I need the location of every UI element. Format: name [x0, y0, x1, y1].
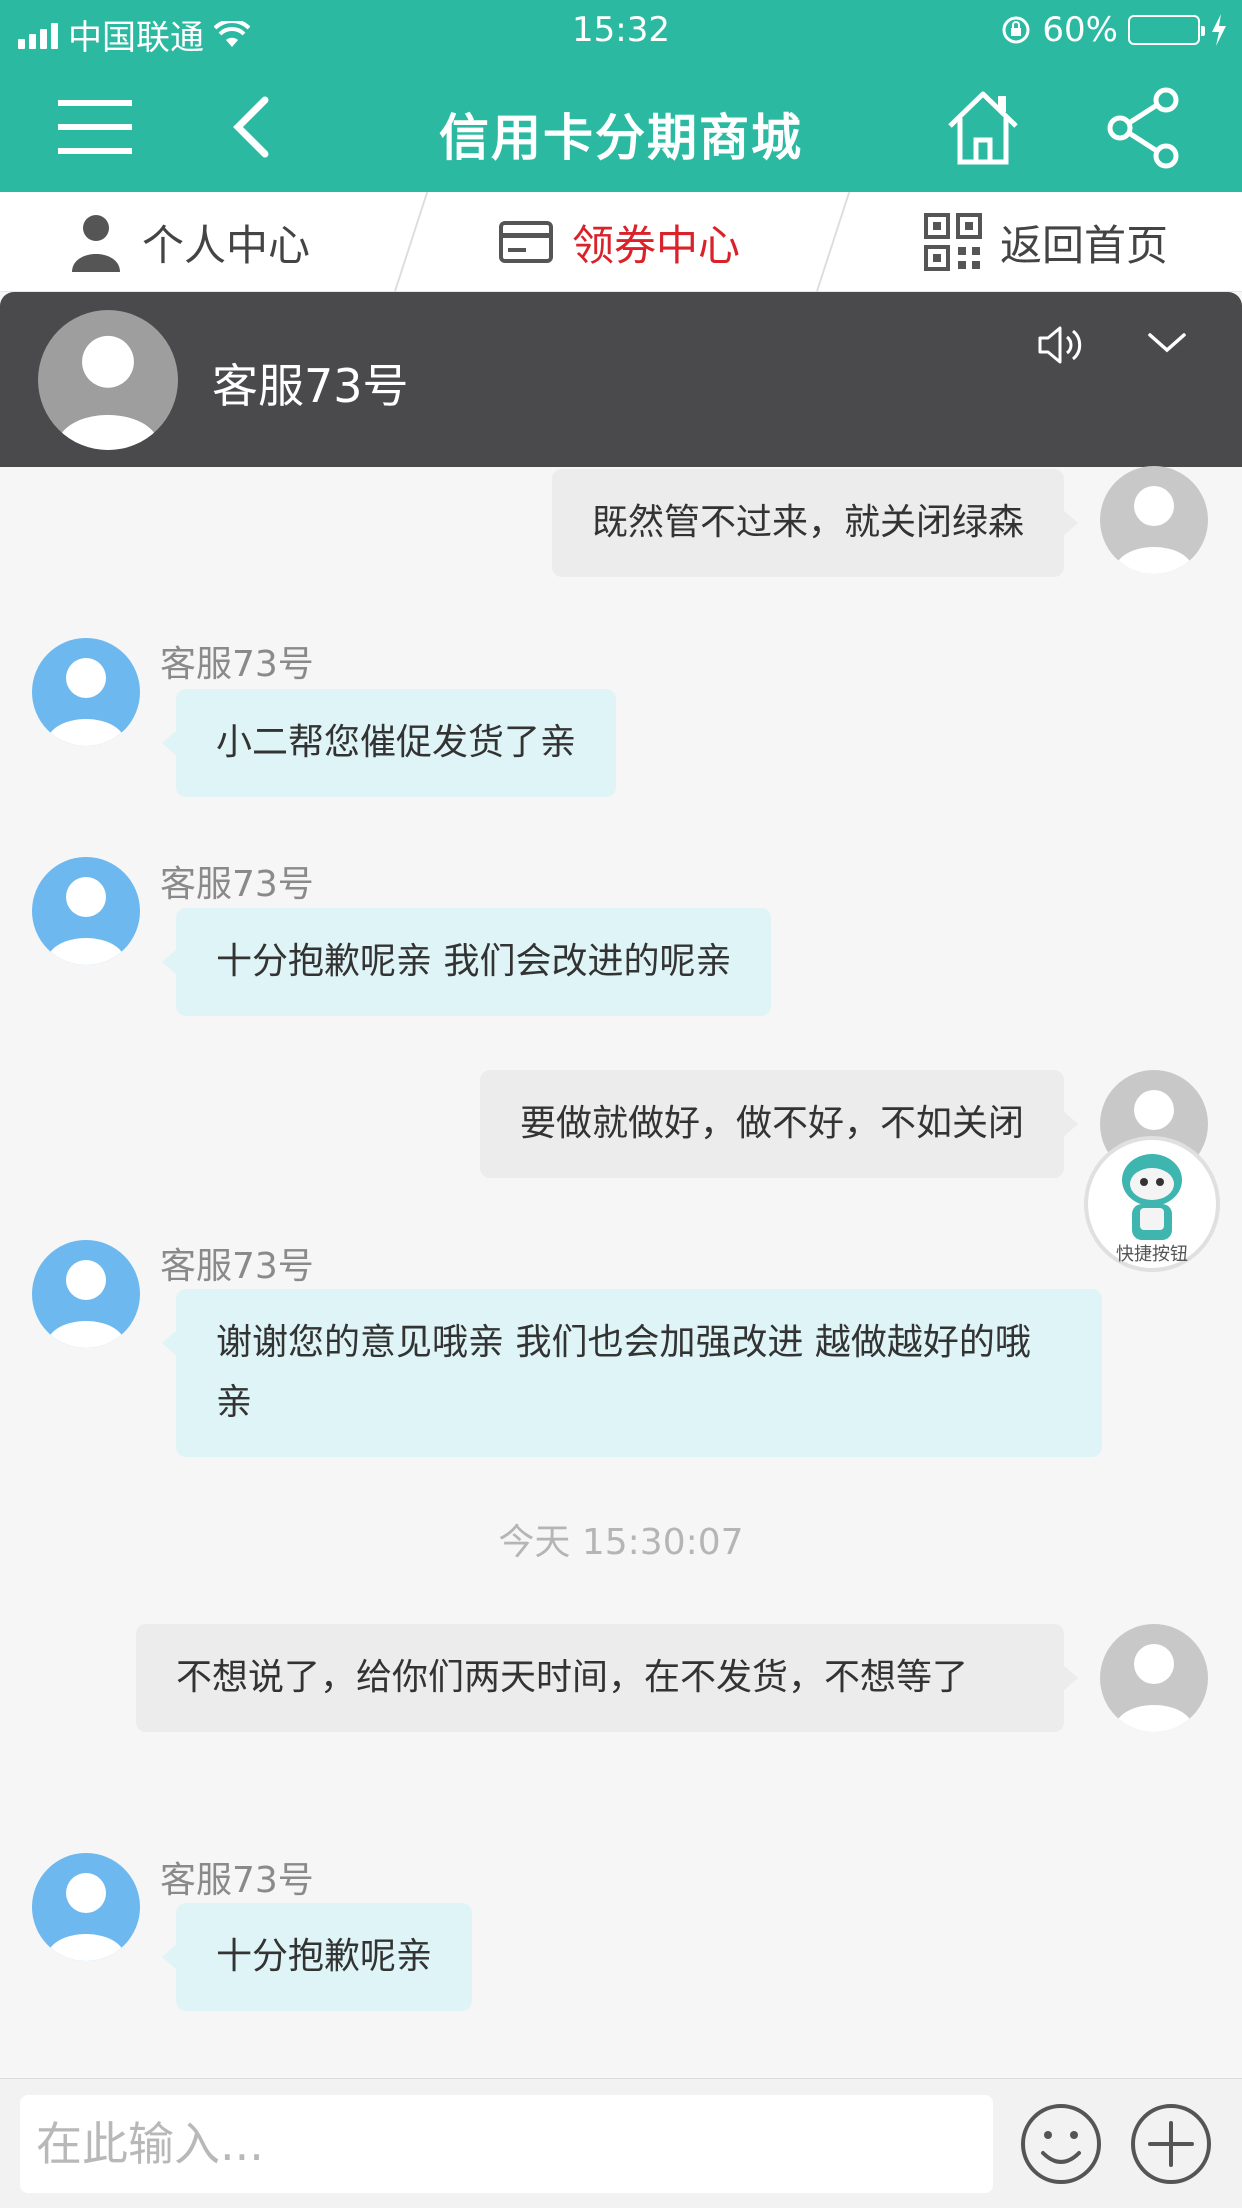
robot-mascot-icon [1122, 1154, 1182, 1240]
battery-percent: 60% [1042, 10, 1118, 50]
plus-icon[interactable] [1128, 2101, 1214, 2187]
card-icon [499, 221, 553, 263]
tab-personal-center[interactable]: 个人中心 [68, 192, 310, 292]
agent-name: 客服73号 [212, 359, 409, 413]
default-avatar-icon [46, 877, 126, 965]
charging-icon [1212, 14, 1226, 46]
agent-avatar [32, 638, 140, 746]
quick-button-label: 快捷按钮 [1116, 1244, 1188, 1265]
user-message-bubble: 要做就做好，做不好，不如关闭 [479, 1070, 1079, 1178]
agent-avatar [32, 857, 140, 965]
chat-header: 客服73号 [0, 292, 1242, 467]
tab-divider [815, 192, 851, 292]
tab-label: 个人中心 [142, 220, 311, 270]
agent-avatar [32, 1853, 140, 1961]
tab-label: 返回首页 [1000, 220, 1169, 270]
agent-message-bubble: 小二帮您催促发货了亲 [161, 689, 617, 797]
tab-label: 领券中心 [572, 220, 741, 270]
home-icon[interactable] [938, 82, 1028, 172]
agent-message-bubble: 十分抱歉呢亲 [161, 1903, 473, 2011]
agent-message-bubble: 十分抱歉呢亲 我们会改进的呢亲 [161, 908, 772, 1016]
user-avatar [1100, 466, 1208, 574]
sender-name: 客服73号 [160, 864, 314, 905]
default-avatar-icon [1114, 1644, 1194, 1732]
input-bar [0, 2078, 1242, 2208]
tab-divider [393, 192, 429, 292]
user-message-bubble: 不想说了，给你们两天时间，在不发货，不想等了 [136, 1624, 1078, 1732]
tab-coupon-center[interactable]: 领券中心 [498, 192, 740, 292]
battery-icon [1128, 15, 1205, 45]
agent-avatar [38, 310, 178, 450]
rotation-lock-icon [1002, 16, 1030, 44]
qr-code-icon [924, 213, 982, 271]
agent-message-bubble: 谢谢您的意见哦亲 我们也会加强改进 越做越好的哦亲 [162, 1289, 1102, 1457]
sub-tabs: 个人中心 领券中心 返回首页 [0, 192, 1242, 292]
speaker-icon[interactable] [1036, 322, 1086, 368]
agent-avatar [32, 1240, 140, 1348]
sender-name: 客服73号 [160, 1860, 314, 1901]
page-title: 信用卡分期商城 [439, 109, 803, 167]
sender-name: 客服73号 [160, 644, 314, 685]
default-avatar-icon [46, 658, 126, 746]
status-bar: 中国联通 15:32 60% [0, 0, 1242, 62]
share-icon[interactable] [1100, 82, 1190, 172]
message-input[interactable] [20, 2095, 993, 2193]
default-avatar-icon [46, 1873, 126, 1961]
message-timestamp: 今天 15:30:07 [498, 1522, 744, 1563]
sender-name: 客服73号 [160, 1246, 314, 1287]
smiley-icon[interactable] [1018, 2101, 1104, 2187]
message-list[interactable]: 既然管不过来，就关闭绿森 客服73号 小二帮您催促发货了亲 客服73号 十分抱歉… [0, 466, 1242, 2078]
user-avatar [1100, 1624, 1208, 1732]
status-right: 60% [1000, 10, 1228, 50]
tab-back-home[interactable]: 返回首页 [924, 192, 1168, 292]
person-icon [72, 215, 120, 272]
quick-button[interactable]: 快捷按钮 [1088, 1140, 1216, 1268]
user-message-bubble: 既然管不过来，就关闭绿森 [551, 469, 1079, 577]
default-avatar-icon [1114, 486, 1194, 574]
nav-bar: 信用卡分期商城 [0, 62, 1242, 192]
default-avatar-icon [56, 335, 160, 450]
default-avatar-icon [46, 1260, 126, 1348]
chevron-down-icon[interactable] [1146, 328, 1188, 358]
